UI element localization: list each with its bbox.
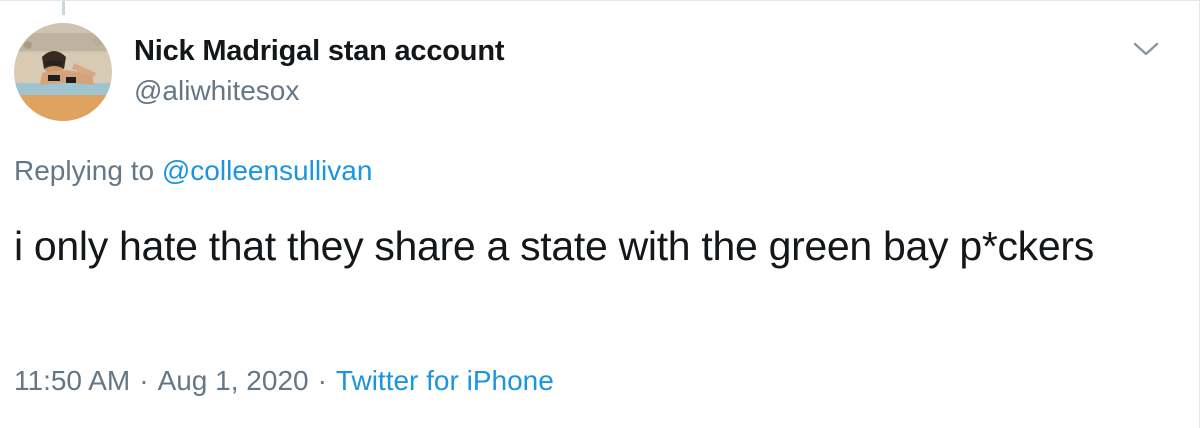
meta-separator: ·: [139, 365, 149, 396]
avatar[interactable]: [14, 23, 112, 121]
reply-mention-link[interactable]: @colleensullivan: [162, 155, 373, 186]
user-handle[interactable]: @aliwhitesox: [134, 75, 299, 107]
tweet-date[interactable]: Aug 1, 2020: [158, 365, 309, 396]
avatar-beach-photo: [14, 23, 112, 121]
display-name[interactable]: Nick Madrigal stan account: [134, 35, 504, 68]
thread-connector-line: [62, 1, 65, 15]
tweet-card: Nick Madrigal stan account @aliwhitesox …: [0, 0, 1200, 428]
meta-separator: ·: [317, 365, 327, 396]
tweet-text: i only hate that they share a state with…: [14, 223, 1094, 269]
tweet-time[interactable]: 11:50 AM: [14, 365, 130, 396]
replying-to: Replying to @colleensullivan: [14, 155, 372, 187]
replying-to-label: Replying to: [14, 155, 162, 186]
tweet-source-link[interactable]: Twitter for iPhone: [336, 365, 554, 396]
tweet-metadata: 11:50 AM · Aug 1, 2020 · Twitter for iPhone: [14, 365, 554, 397]
chevron-down-icon[interactable]: [1128, 31, 1164, 67]
